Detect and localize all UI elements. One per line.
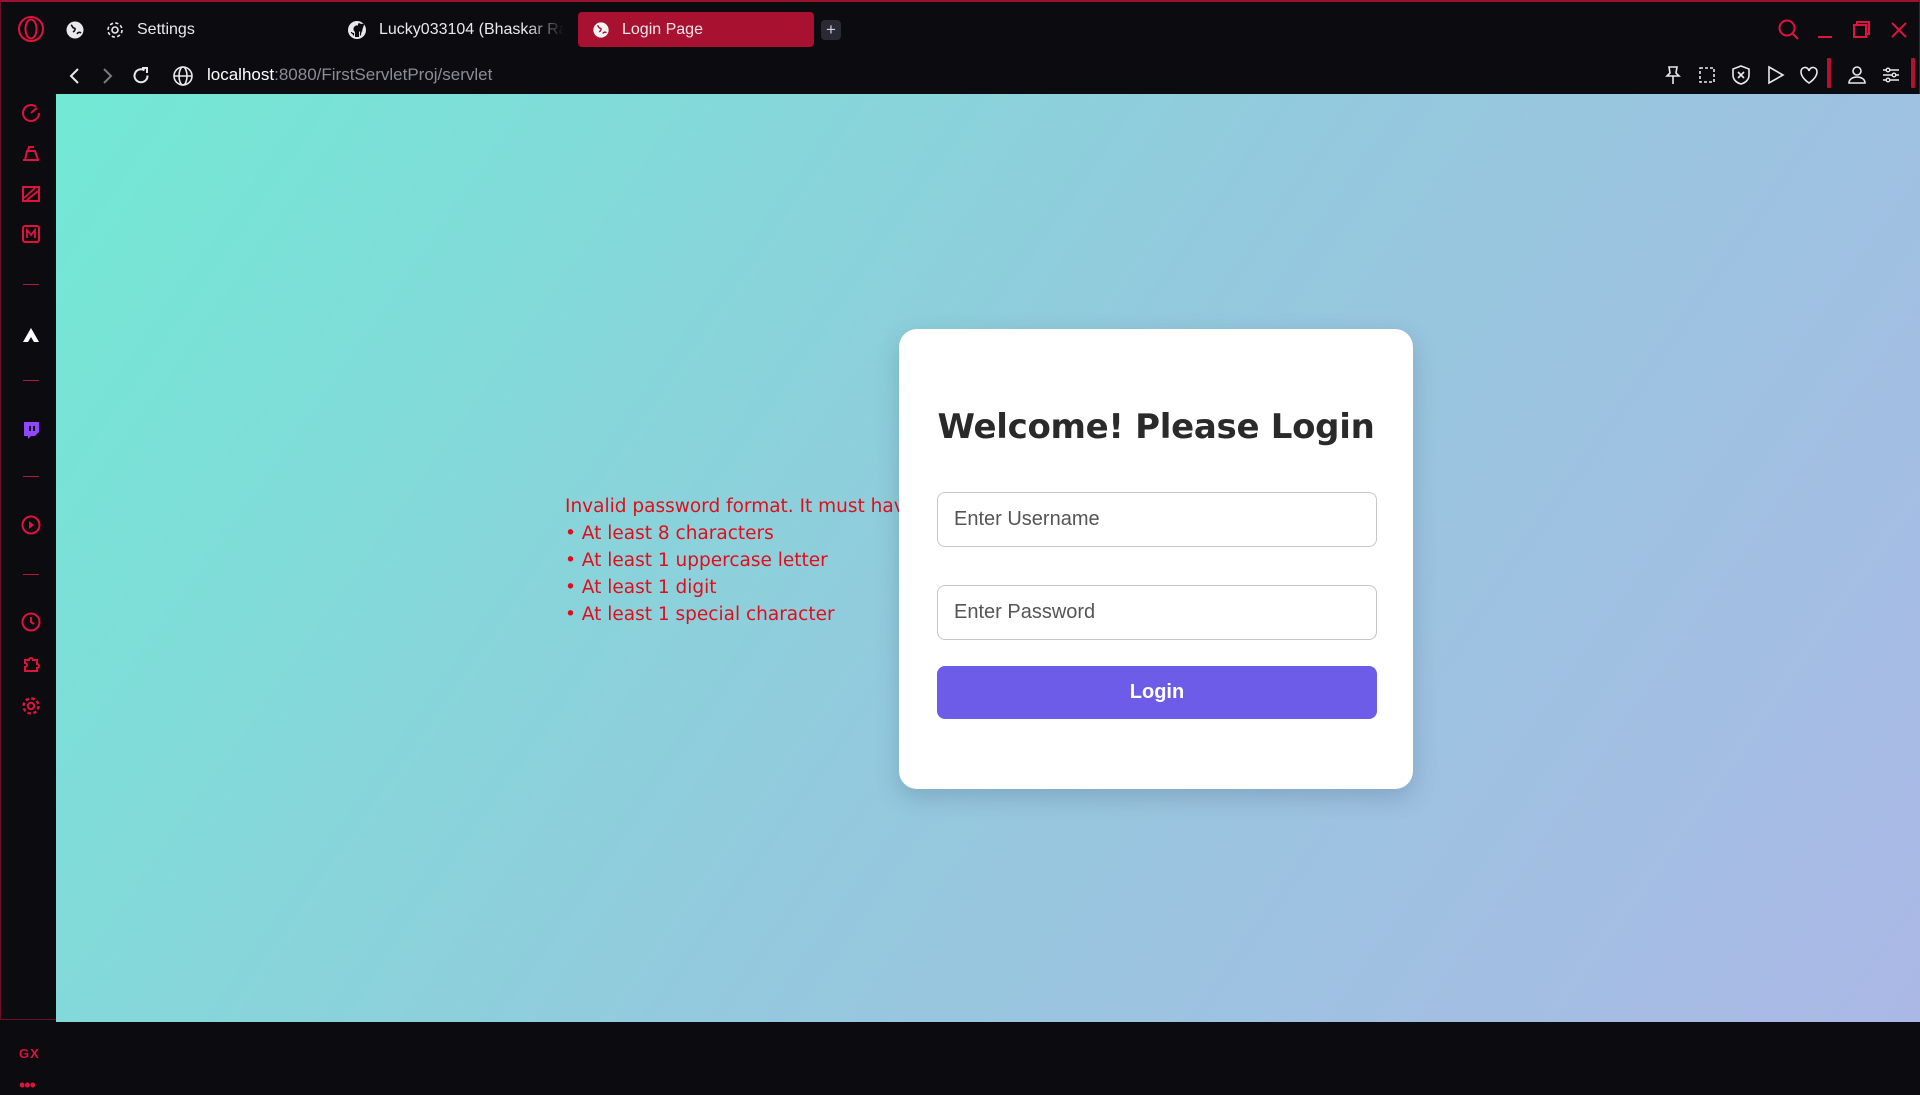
opera-logo-icon[interactable] xyxy=(17,15,45,43)
gx-hot-tabs-icon[interactable] xyxy=(17,180,45,208)
heart-icon[interactable] xyxy=(1797,63,1821,87)
tab-label: Login Page xyxy=(622,20,703,38)
forward-icon[interactable] xyxy=(95,64,119,88)
snapshot-icon[interactable] xyxy=(1695,63,1719,87)
sidebar-divider xyxy=(23,476,39,477)
close-icon[interactable] xyxy=(1885,16,1913,44)
login-card: Welcome! Please Login Login xyxy=(899,329,1413,789)
speedometer-icon[interactable] xyxy=(17,99,45,127)
easy-setup-icon[interactable] xyxy=(1879,63,1903,87)
profile-icon[interactable] xyxy=(1845,63,1869,87)
url-path: :8080/FirstServletProj/servlet xyxy=(274,65,493,84)
extensions-icon[interactable] xyxy=(17,650,45,678)
password-input[interactable] xyxy=(937,585,1377,640)
settings-icon[interactable] xyxy=(17,692,45,720)
arc-app-icon[interactable] xyxy=(17,321,45,349)
new-tab-button[interactable]: + xyxy=(821,20,841,40)
minimize-icon[interactable] xyxy=(1811,16,1839,44)
back-icon[interactable] xyxy=(63,64,87,88)
sidebar-divider xyxy=(23,380,39,381)
pin-icon[interactable] xyxy=(1661,63,1685,87)
url-host: localhost xyxy=(207,65,275,84)
globe-icon xyxy=(66,21,84,38)
reload-icon[interactable] xyxy=(129,64,153,88)
adblock-icon[interactable] xyxy=(1729,63,1753,87)
tab-label: Settings xyxy=(137,20,195,38)
more-options-icon[interactable]: ••• xyxy=(19,1076,36,1094)
send-icon[interactable] xyxy=(1763,63,1787,87)
tab-github[interactable]: Lucky033104 (Bhaskar Ra xyxy=(347,12,567,47)
github-icon xyxy=(348,20,366,39)
login-button[interactable]: Login xyxy=(937,666,1377,719)
sidebar-divider xyxy=(23,284,39,285)
history-icon[interactable] xyxy=(17,608,45,636)
tab-settings[interactable]: Settings xyxy=(105,12,335,47)
tab-login-page[interactable]: Login Page xyxy=(578,12,814,47)
page-viewport: Invalid password format. It must have: •… xyxy=(56,94,1920,1022)
player-icon[interactable] xyxy=(17,511,45,539)
globe-icon xyxy=(593,21,609,38)
error-rule: • At least 1 uppercase letter xyxy=(565,550,828,571)
site-info-globe-icon[interactable] xyxy=(171,64,195,88)
sidebar: GX ••• xyxy=(1,94,56,1094)
gear-icon xyxy=(107,21,123,38)
twitch-icon[interactable] xyxy=(17,416,45,444)
sidebar-accent-bar xyxy=(1911,58,1915,88)
gx-corner-icon[interactable] xyxy=(17,140,45,168)
gmail-icon[interactable] xyxy=(17,220,45,248)
error-rule: • At least 1 digit xyxy=(565,577,717,598)
login-title: Welcome! Please Login xyxy=(937,407,1375,447)
url-field[interactable]: localhost:8080/FirstServletProj/servlet xyxy=(207,62,492,88)
sidebar-divider xyxy=(23,574,39,575)
address-bar: localhost:8080/FirstServletProj/servlet xyxy=(1,56,1920,94)
search-tabs-icon[interactable] xyxy=(1775,16,1803,44)
error-rule: • At least 1 special character xyxy=(565,604,835,625)
toolbar-accent-divider xyxy=(1827,58,1831,88)
restore-icon[interactable] xyxy=(1847,16,1875,44)
error-heading: Invalid password format. It must have: xyxy=(565,496,923,517)
tab-speed-dial[interactable] xyxy=(63,12,87,47)
tab-label: Lucky033104 (Bhaskar Ra xyxy=(379,20,564,38)
tab-bar: Settings Lucky033104 (Bhaskar Ra Login P… xyxy=(1,2,1920,56)
username-input[interactable] xyxy=(937,492,1377,547)
browser-window: Settings Lucky033104 (Bhaskar Ra Login P… xyxy=(0,0,1920,1094)
gx-control-label[interactable]: GX xyxy=(19,1046,40,1061)
error-rule: • At least 8 characters xyxy=(565,523,774,544)
password-error-message: Invalid password format. It must have: •… xyxy=(565,493,922,628)
